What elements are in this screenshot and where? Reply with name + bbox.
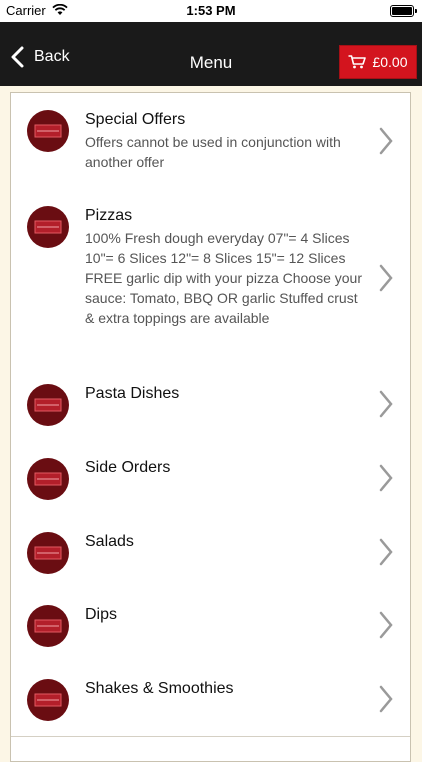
chevron-right-icon [379,264,393,292]
menu-badge-icon [27,110,69,152]
chevron-right-icon [379,390,393,418]
menu-item-title: Special Offers [85,111,186,128]
menu-badge-icon [27,679,69,721]
menu-item-title: Shakes & Smoothies [85,680,234,697]
chevron-right-icon [379,464,393,492]
clock-label: 1:53 PM [186,3,236,18]
menu-item-title: Dips [85,606,118,623]
menu-badge-icon [27,458,69,500]
menu-item-title: Pizzas [85,207,133,224]
menu-item-description: Offers cannot be used in conjunction wit… [85,134,341,170]
menu-badge-icon [27,605,69,647]
menu-list: Special Offers Offers cannot be used in … [10,92,411,762]
navigation-bar: Back Menu £0.00 [0,22,422,86]
status-bar: Carrier 1:53 PM [0,0,422,22]
menu-item-side-orders[interactable]: Side Orders [11,441,410,516]
battery-icon [390,5,417,17]
menu-item-shakes-smoothies[interactable]: Shakes & Smoothies [11,662,410,737]
menu-badge-icon [27,532,69,574]
menu-item-dips[interactable]: Dips [11,588,410,663]
menu-badge-icon [27,206,69,248]
menu-item-title: Side Orders [85,459,171,476]
menu-item-description: 100% Fresh dough everyday 07"= 4 Slices … [85,230,363,326]
menu-item-salads[interactable]: Salads [11,515,410,589]
cart-icon [348,55,367,69]
chevron-right-icon [379,538,393,566]
menu-badge-icon [27,384,69,426]
cart-total: £0.00 [372,54,408,70]
cart-button[interactable]: £0.00 [339,45,417,79]
menu-item-pizzas[interactable]: Pizzas 100% Fresh dough everyday 07"= 4 … [11,189,410,368]
menu-item-title: Pasta Dishes [85,385,180,402]
chevron-right-icon [379,685,393,713]
menu-item-pasta-dishes[interactable]: Pasta Dishes [11,367,410,442]
chevron-right-icon [379,127,393,155]
menu-item-special-offers[interactable]: Special Offers Offers cannot be used in … [11,93,410,190]
chevron-right-icon [379,611,393,639]
menu-item-title: Salads [85,533,134,550]
